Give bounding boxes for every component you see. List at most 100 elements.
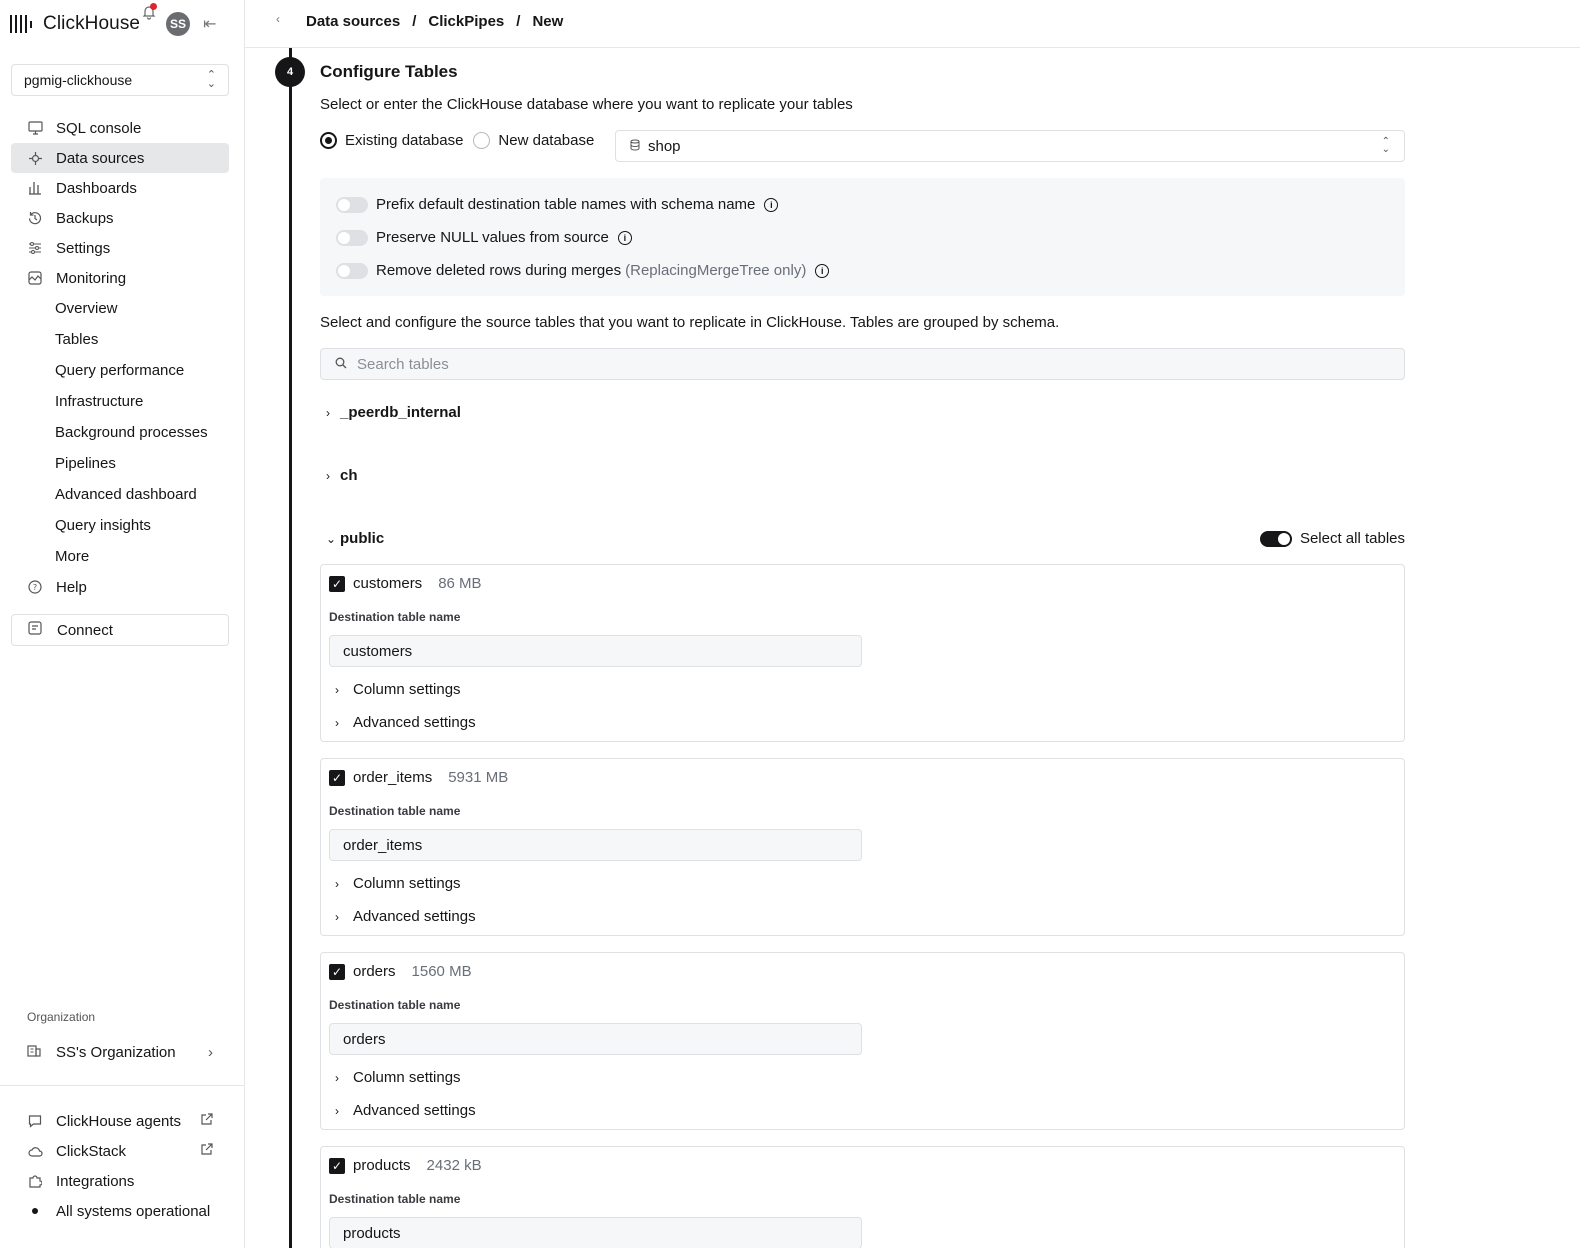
schema-name: ch (340, 467, 358, 484)
schema-ch[interactable]: › ch (326, 467, 358, 484)
toggle-prefix-schema[interactable] (336, 196, 368, 213)
sidebar-item-sql-console[interactable]: SQL console (11, 113, 229, 143)
sidebar-item-monitoring[interactable]: Monitoring (11, 263, 229, 293)
service-name: pgmig-clickhouse (24, 72, 133, 88)
info-icon[interactable]: i (764, 197, 779, 212)
info-icon[interactable]: i (617, 230, 632, 245)
connect-button[interactable]: Connect (11, 614, 229, 646)
organization-selector[interactable]: SS's Organization › (11, 1037, 229, 1067)
column-settings-toggle[interactable]: › Column settings (335, 1069, 461, 1086)
collapse-sidebar-icon[interactable]: ⇤ (203, 14, 216, 34)
column-settings-toggle[interactable]: › Column settings (335, 681, 461, 698)
organization-label: Organization (27, 1010, 96, 1024)
chevron-right-icon: › (335, 715, 339, 730)
expander-label: Advanced settings (353, 908, 476, 925)
option-remove-deleted: Remove deleted rows during merges (Repla… (336, 262, 830, 279)
breadcrumb-new: New (532, 13, 564, 30)
sidebar-item-tables[interactable]: Tables (11, 324, 229, 355)
section-title: Configure Tables (320, 62, 458, 81)
table-checkbox[interactable]: ✓ (329, 1157, 345, 1174)
destination-table-input[interactable]: customers (329, 635, 862, 667)
external-link-icon (200, 1143, 213, 1159)
advanced-settings-toggle[interactable]: › Advanced settings (335, 1102, 476, 1119)
toggle-preserve-null[interactable] (336, 229, 368, 246)
status-label: All systems operational (56, 1202, 211, 1220)
database-select[interactable]: shop ⌃ ⌄ (615, 130, 1405, 162)
destination-table-input[interactable]: orders (329, 1023, 862, 1055)
sidebar-item-overview[interactable]: Overview (11, 293, 229, 324)
chevron-up-down-icon: ⌃ ⌄ (206, 69, 216, 90)
section-subtitle: Select or enter the ClickHouse database … (320, 96, 853, 113)
avatar[interactable]: SS (166, 12, 190, 36)
advanced-settings-toggle[interactable]: › Advanced settings (335, 908, 476, 925)
table-name: orders (353, 963, 396, 980)
puzzle-icon (27, 1173, 43, 1189)
schema-name: public (340, 530, 385, 547)
brand[interactable]: ClickHouse (10, 12, 235, 36)
sidebar-item-background-processes[interactable]: Background processes (11, 417, 229, 448)
table-name: customers (353, 575, 423, 592)
sidebar-item-integrations[interactable]: Integrations (11, 1166, 229, 1196)
sidebar-item-pipelines[interactable]: Pipelines (11, 448, 229, 479)
sidebar-item-query-performance[interactable]: Query performance (11, 355, 229, 386)
table-header: ✓ orders 1560 MB (329, 963, 472, 980)
service-selector[interactable]: pgmig-clickhouse ⌃ ⌄ (11, 64, 229, 96)
sidebar-item-query-insights[interactable]: Query insights (11, 510, 229, 541)
advanced-settings-toggle[interactable]: › Advanced settings (335, 714, 476, 731)
chevron-right-icon: › (335, 1103, 339, 1118)
breadcrumb-clickpipes[interactable]: ClickPipes (428, 13, 504, 30)
system-status[interactable]: All systems operational (11, 1196, 229, 1226)
sidebar-item-backups[interactable]: Backups (11, 203, 229, 233)
sidebar-item-label: Backups (56, 209, 114, 227)
radio-new-label[interactable]: New database (498, 132, 594, 149)
table-card-products: ✓ products 2432 kB Destination table nam… (320, 1146, 1405, 1248)
sidebar-item-label: Monitoring (56, 269, 127, 287)
sidebar-item-clickstack[interactable]: ClickStack (11, 1136, 229, 1166)
table-checkbox[interactable]: ✓ (329, 769, 345, 786)
select-all-tables: Select all tables (1259, 530, 1405, 547)
toggle-select-all[interactable] (1259, 530, 1292, 547)
breadcrumb-separator: / (516, 13, 521, 30)
database-mode-radio-group: Existing database New database (320, 132, 604, 149)
destination-table-input[interactable]: order_items (329, 829, 862, 861)
breadcrumb-data-sources[interactable]: Data sources (306, 13, 400, 30)
expander-label: Advanced settings (353, 1102, 476, 1119)
destination-table-input[interactable]: products (329, 1217, 862, 1248)
search-tables-field[interactable] (320, 348, 1405, 380)
breadcrumb: Data sources / ClickPipes / New (306, 13, 563, 30)
sidebar-item-clickhouse-agents[interactable]: ClickHouse agents (11, 1106, 229, 1136)
svg-text:?: ? (33, 583, 37, 592)
chevron-right-icon: › (335, 876, 339, 891)
expander-label: Column settings (353, 681, 461, 698)
expander-label: Advanced settings (353, 714, 476, 731)
radio-existing-database[interactable] (320, 132, 337, 149)
sidebar-item-dashboards[interactable]: Dashboards (11, 173, 229, 203)
toggle-remove-deleted[interactable] (336, 262, 368, 279)
chevron-right-icon: › (335, 1070, 339, 1085)
table-header: ✓ products 2432 kB (329, 1157, 482, 1174)
sidebar-item-label: Settings (56, 239, 111, 257)
sidebar-item-infrastructure[interactable]: Infrastructure (11, 386, 229, 417)
schema-public[interactable]: ⌄ public (326, 530, 384, 547)
bell-icon[interactable] (141, 3, 157, 20)
schema-peerdb-internal[interactable]: › _peerdb_internal (326, 404, 461, 421)
column-settings-toggle[interactable]: › Column settings (335, 875, 461, 892)
chevron-right-icon: › (326, 468, 330, 483)
chevron-left-icon[interactable]: ‹ (276, 12, 280, 26)
sidebar-item-data-sources[interactable]: Data sources (11, 143, 229, 173)
search-input[interactable] (357, 355, 1357, 373)
sidebar-item-more[interactable]: More (11, 541, 229, 572)
sidebar-item-advanced-dashboard[interactable]: Advanced dashboard (11, 479, 229, 510)
table-checkbox[interactable]: ✓ (329, 575, 345, 592)
radio-new-database[interactable] (473, 132, 491, 149)
step-progress-line (289, 48, 292, 1248)
help-circle-icon: ? (27, 579, 43, 595)
sidebar-item-label: Data sources (56, 149, 145, 167)
info-icon[interactable]: i (815, 263, 830, 278)
sidebar-item-help[interactable]: ? Help (11, 572, 229, 602)
sidebar-item-settings[interactable]: Settings (11, 233, 229, 263)
table-card-orders: ✓ orders 1560 MB Destination table name … (320, 952, 1405, 1130)
top-header: ‹ Data sources / ClickPipes / New (245, 0, 1580, 48)
radio-existing-label[interactable]: Existing database (345, 132, 463, 149)
table-checkbox[interactable]: ✓ (329, 963, 345, 980)
